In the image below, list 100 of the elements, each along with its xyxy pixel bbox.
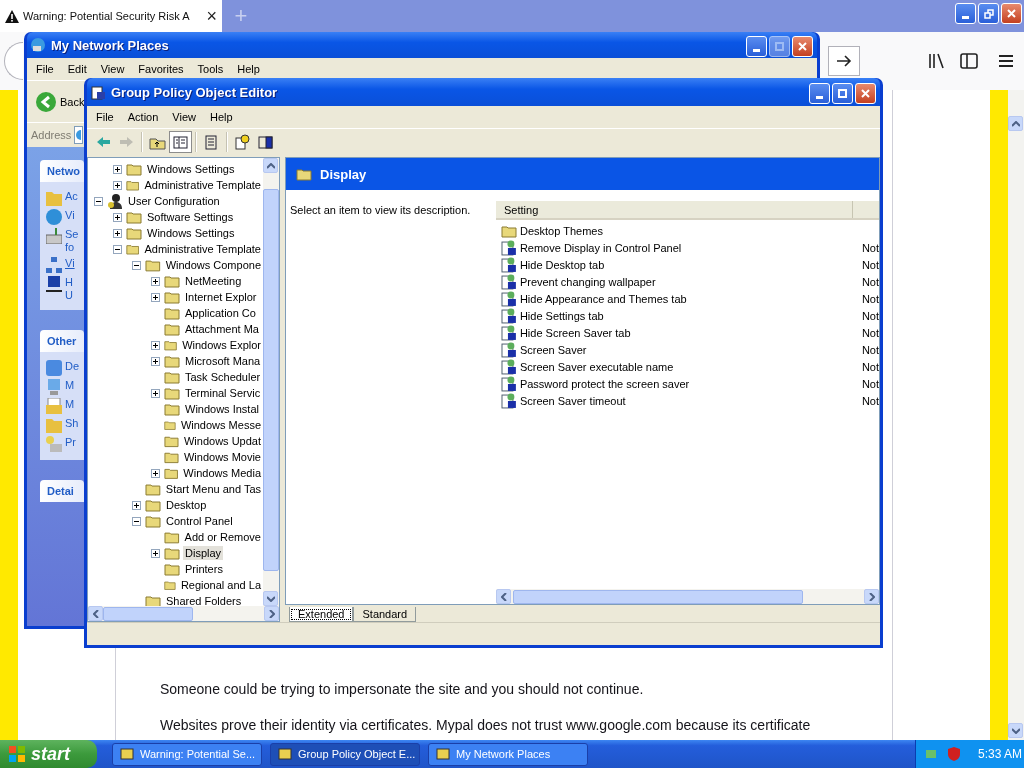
tree-item[interactable]: Software Settings <box>145 210 236 224</box>
menu-item[interactable]: View <box>94 61 131 77</box>
menu-item[interactable]: Edit <box>61 61 93 77</box>
menu-item[interactable]: Action <box>121 109 165 125</box>
tree-item[interactable]: Windows Compone <box>163 258 263 272</box>
tree-item[interactable]: User Configuration <box>126 194 222 208</box>
task-item[interactable]: Vi <box>65 209 75 222</box>
tree-item[interactable]: Windows Settings <box>145 162 237 176</box>
task-item[interactable]: Pr <box>65 436 76 449</box>
tree-item[interactable]: Administrative Template <box>142 242 263 256</box>
minimize-button[interactable] <box>809 83 830 104</box>
tree-item[interactable]: Administrative Template <box>142 178 263 192</box>
collapse-button[interactable] <box>113 244 122 254</box>
tree-item[interactable]: Shared Folders <box>164 594 244 606</box>
tree-item[interactable]: Windows Settings <box>145 226 237 240</box>
expand-button[interactable] <box>113 164 122 174</box>
expand-button[interactable] <box>151 356 160 366</box>
tree-item[interactable]: Internet Explor <box>183 290 259 304</box>
address-field[interactable] <box>74 126 84 144</box>
tree-item[interactable]: Windows Messe <box>178 418 263 432</box>
expand-button[interactable] <box>113 212 122 222</box>
minimize-button[interactable] <box>746 36 767 57</box>
task-item[interactable]: H U <box>65 276 73 302</box>
tree-item[interactable]: Microsoft Mana <box>183 354 263 368</box>
scroll-right-button[interactable] <box>864 589 879 604</box>
menu-item[interactable]: Help <box>231 61 266 77</box>
expand-button[interactable] <box>151 340 160 350</box>
close-button[interactable] <box>792 36 813 57</box>
task-item[interactable]: M <box>65 398 75 411</box>
browser-tab[interactable]: Warning: Potential Security Risk A × <box>0 0 222 32</box>
tree-item[interactable]: Control Panel <box>164 514 235 528</box>
taskbar-button[interactable]: Group Policy Object E... <box>270 742 420 766</box>
expand-button[interactable] <box>113 180 122 190</box>
view-tab[interactable]: Extended <box>289 607 354 622</box>
task-link[interactable]: Vi <box>65 257 75 270</box>
scroll-left-button[interactable] <box>88 606 103 621</box>
close-button[interactable] <box>1001 3 1022 24</box>
task-item[interactable]: De <box>65 360 80 373</box>
menu-item[interactable]: Help <box>203 109 239 125</box>
setting-name[interactable]: Prevent changing wallpaper <box>519 275 859 288</box>
close-button[interactable] <box>855 83 876 104</box>
sidebar-button[interactable] <box>960 53 978 69</box>
maximize-button[interactable] <box>832 83 853 104</box>
setting-name[interactable]: Desktop Themes <box>520 224 859 237</box>
library-button[interactable] <box>928 53 946 69</box>
task-item[interactable]: Se fo <box>65 228 79 254</box>
tree-item[interactable]: Task Scheduler <box>183 370 263 384</box>
tree-item[interactable]: Windows Explor <box>180 338 263 352</box>
taskbar-button[interactable]: Warning: Potential Se... <box>112 742 262 766</box>
tree-item[interactable]: Desktop <box>164 498 209 512</box>
menu-button[interactable] <box>998 54 1014 68</box>
setting-name[interactable]: Remove Display in Control Panel <box>519 241 859 254</box>
setting-name[interactable]: Hide Desktop tab <box>519 258 859 271</box>
setting-name[interactable]: Hide Settings tab <box>519 309 859 322</box>
forward-button[interactable] <box>828 46 860 76</box>
task-item[interactable]: Sh <box>65 417 79 430</box>
tab-close-button[interactable]: × <box>206 7 217 25</box>
tree-item[interactable]: Printers <box>183 562 225 576</box>
tree-item[interactable]: Windows Instal <box>183 402 261 416</box>
menu-item[interactable]: View <box>166 109 202 125</box>
expand-button[interactable] <box>151 468 160 478</box>
scroll-thumb[interactable] <box>513 589 803 604</box>
expand-button[interactable] <box>113 228 122 238</box>
tree-item[interactable]: Windows Media <box>181 466 263 480</box>
minimize-button[interactable] <box>955 3 976 24</box>
expand-button[interactable] <box>151 276 160 286</box>
task-group-header[interactable]: Detai <box>40 480 84 502</box>
task-item[interactable]: Ac <box>65 190 78 203</box>
tree-item[interactable]: Add or Remove <box>182 530 263 544</box>
expand-button[interactable] <box>151 388 160 398</box>
scroll-left-button[interactable] <box>496 589 511 604</box>
setting-name[interactable]: Hide Appearance and Themes tab <box>519 292 859 305</box>
tree-item[interactable]: NetMeeting <box>183 274 244 288</box>
collapse-button[interactable] <box>94 196 103 206</box>
tree-item[interactable]: Start Menu and Tas <box>163 482 263 496</box>
setting-name[interactable]: Hide Screen Saver tab <box>519 326 859 339</box>
task-item[interactable]: M <box>65 379 75 392</box>
tree-item[interactable]: Attachment Ma <box>183 322 261 336</box>
scroll-up-button[interactable] <box>263 158 278 173</box>
task-group-header[interactable]: Other <box>40 330 84 352</box>
setting-name[interactable]: Screen Saver timeout <box>519 394 859 407</box>
start-button[interactable]: start <box>0 740 97 768</box>
menu-item[interactable]: Tools <box>191 61 230 77</box>
expand-button[interactable] <box>151 548 160 558</box>
expand-button[interactable] <box>132 500 141 510</box>
scroll-thumb[interactable] <box>103 606 193 621</box>
view-tab[interactable]: Standard <box>353 607 417 622</box>
task-group-header[interactable]: Netwo <box>40 160 84 182</box>
scroll-up-button[interactable] <box>1008 116 1023 131</box>
tree-item[interactable]: Application Co <box>183 306 258 320</box>
scroll-down-button[interactable] <box>1008 723 1023 738</box>
tree-item[interactable]: Windows Movie <box>181 450 263 464</box>
taskbar-button[interactable]: My Network Places <box>428 742 588 766</box>
tree-item[interactable]: Windows Updat <box>181 434 263 448</box>
menu-item[interactable]: Favorites <box>132 61 190 77</box>
menu-item[interactable]: File <box>90 109 120 125</box>
expand-button[interactable] <box>151 292 160 302</box>
collapse-button[interactable] <box>132 260 141 270</box>
setting-name[interactable]: Screen Saver executable name <box>519 360 859 373</box>
scroll-right-button[interactable] <box>264 606 279 621</box>
